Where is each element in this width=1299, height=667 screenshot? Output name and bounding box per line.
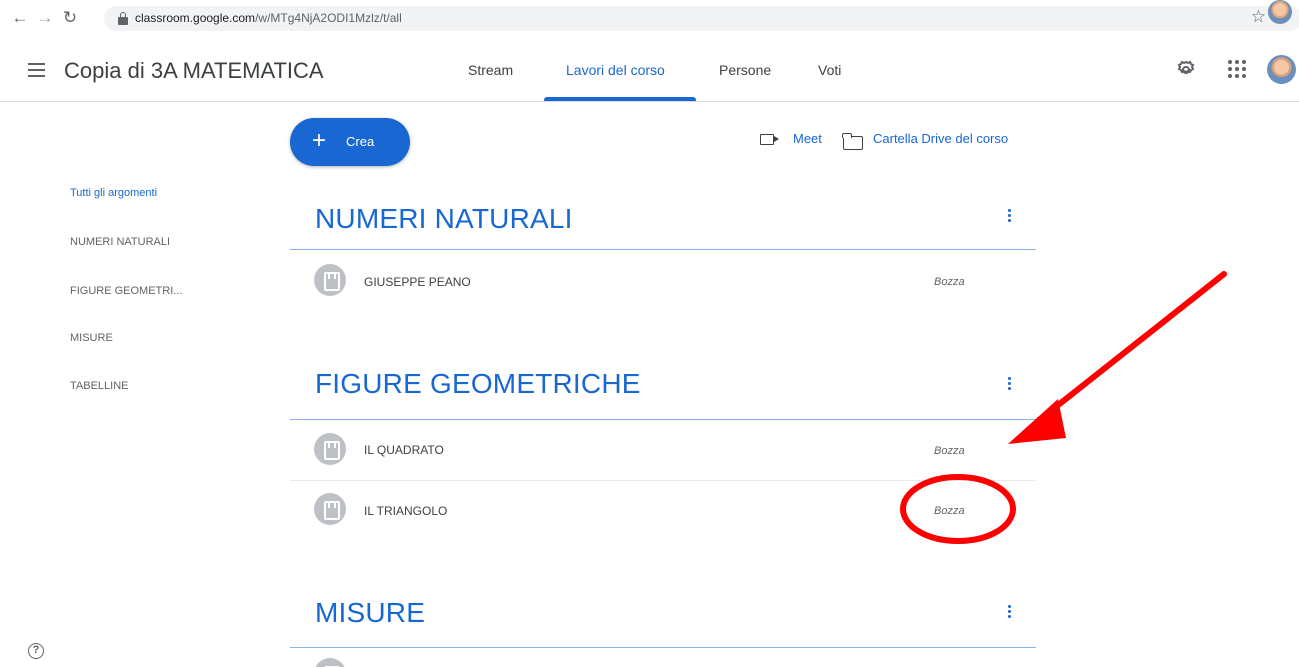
classroom-header: Copia di 3A MATEMATICA Stream Lavori del… [0, 38, 1299, 102]
red-arrow-head [1008, 399, 1066, 444]
red-arrow-line [1035, 271, 1227, 424]
gear-icon[interactable] [1174, 58, 1198, 82]
user-avatar[interactable] [1267, 55, 1296, 84]
url-text[interactable]: classroom.google.com/w/MTg4NjA2ODI1Mzlz/… [135, 11, 402, 25]
lock-icon [118, 12, 128, 25]
section-title-figure-geometriche[interactable]: FIGURE GEOMETRICHE [315, 368, 641, 400]
url-host: classroom.google.com [135, 11, 256, 25]
browser-toolbar: ← → ↻ classroom.google.com/w/MTg4NjA2ODI… [0, 0, 1299, 38]
section-more-options-icon[interactable] [1005, 377, 1013, 393]
tab-stream[interactable]: Stream [468, 38, 513, 102]
help-icon[interactable]: ? [28, 643, 44, 659]
menu-icon[interactable] [28, 63, 45, 77]
section-divider [290, 249, 1036, 250]
topic-nav-all[interactable]: Tutti gli argomenti [70, 187, 157, 199]
topic-nav-numeri-naturali[interactable]: NUMERI NATURALI [70, 236, 170, 248]
tab-lavori-del-corso[interactable]: Lavori del corso [566, 38, 665, 102]
section-title-misure[interactable]: MISURE [315, 597, 425, 629]
tab-voti[interactable]: Voti [818, 38, 841, 102]
meet-label: Meet [793, 131, 822, 146]
browser-profile-avatar[interactable] [1268, 0, 1292, 24]
plus-icon: + [312, 127, 327, 154]
reload-icon[interactable]: ↻ [60, 8, 80, 28]
draft-status: Bozza [934, 445, 965, 457]
assignment-title-il-quadrato[interactable]: IL QUADRATO [364, 443, 444, 457]
draft-status: Bozza [934, 276, 965, 288]
classroom-page: ← → ↻ classroom.google.com/w/MTg4NjA2ODI… [0, 0, 1299, 667]
section-more-options-icon[interactable] [1005, 209, 1013, 225]
drive-folder-label: Cartella Drive del corso [873, 131, 1009, 146]
assignment-title-giuseppe-peano[interactable]: GIUSEPPE PEANO [364, 275, 471, 289]
topic-nav-figure-geometriche[interactable]: FIGURE GEOMETRI... [70, 285, 182, 297]
assignment-icon [314, 658, 346, 667]
assignment-icon [314, 493, 346, 525]
row-divider [290, 480, 1036, 481]
tab-persone[interactable]: Persone [719, 38, 771, 102]
assignment-icon [314, 433, 346, 465]
forward-arrow-icon[interactable]: → [35, 8, 55, 28]
topic-nav-tabelline[interactable]: TABELLINE [70, 380, 129, 392]
section-more-options-icon[interactable] [1005, 605, 1013, 621]
address-bar[interactable]: classroom.google.com/w/MTg4NjA2ODI1Mzlz/… [104, 6, 1299, 31]
section-divider [290, 647, 1036, 648]
apps-grid-icon[interactable] [1228, 60, 1246, 78]
topic-nav-misure[interactable]: MISURE [70, 332, 113, 344]
create-button-label: Crea [346, 134, 375, 149]
video-camera-icon [760, 134, 779, 145]
back-arrow-icon[interactable]: ← [10, 8, 30, 28]
assignment-title-il-triangolo[interactable]: IL TRIANGOLO [364, 504, 447, 518]
star-icon[interactable]: ☆ [1251, 7, 1266, 27]
folder-icon [842, 133, 863, 150]
active-tab-indicator [544, 97, 696, 101]
draft-status-highlighted: Bozza [934, 505, 965, 517]
url-path: /w/MTg4NjA2ODI1Mzlz/t/all [255, 11, 402, 25]
create-button[interactable]: + Crea [290, 118, 410, 166]
course-title[interactable]: Copia di 3A MATEMATICA [64, 58, 324, 84]
section-title-numeri-naturali[interactable]: NUMERI NATURALI [315, 203, 573, 235]
section-divider [290, 419, 1036, 420]
assignment-icon [314, 264, 346, 296]
